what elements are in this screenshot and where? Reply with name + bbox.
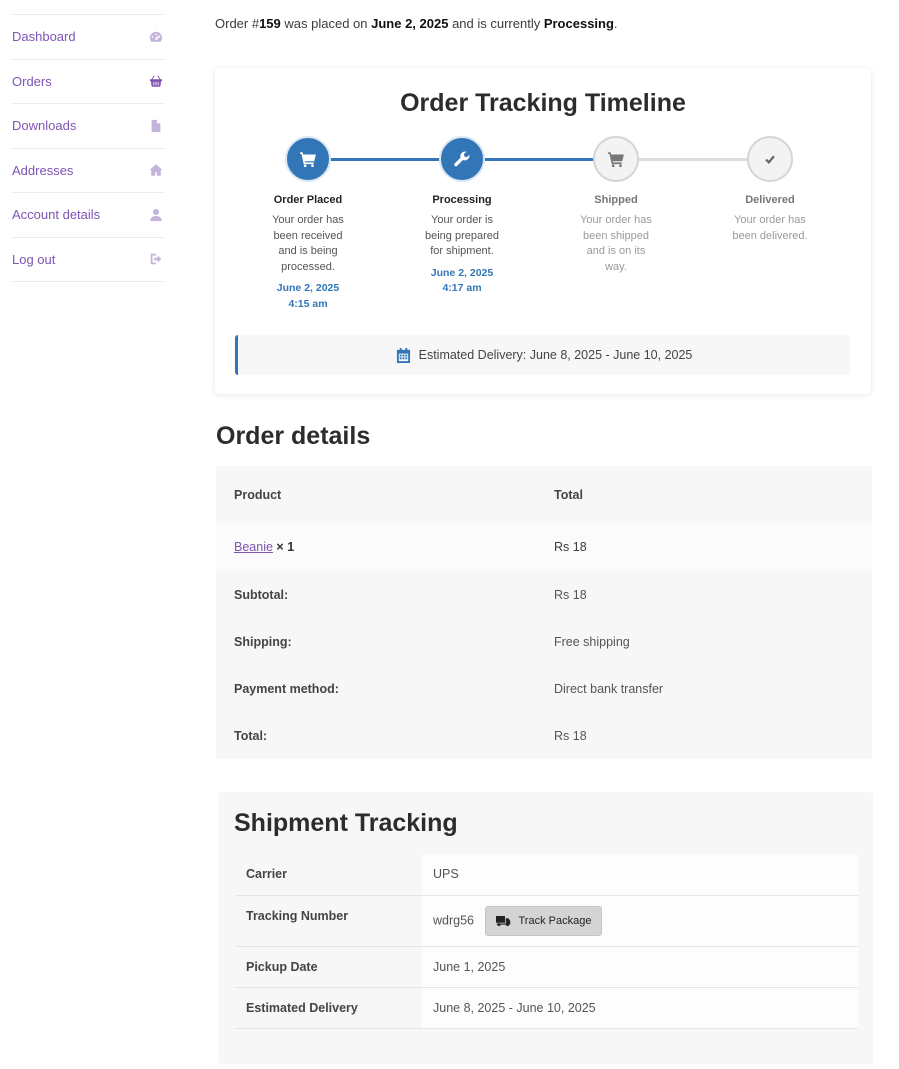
shipping-value: Free shipping (554, 634, 630, 649)
nav-item-label: Dashboard (12, 29, 76, 45)
order-number: 159 (259, 16, 281, 31)
estimated-delivery-value: June 8, 2025 - June 10, 2025 (433, 1000, 596, 1015)
nav-item-logout[interactable]: Log out (12, 238, 164, 282)
total-value: Rs 18 (554, 728, 587, 743)
product-quantity: × 1 (276, 540, 295, 554)
table-row: Payment method: Direct bank transfer (216, 665, 872, 712)
track-package-button[interactable]: Track Package (485, 905, 603, 936)
table-row: Shipping: Free shipping (216, 618, 872, 665)
nav-item-account-details[interactable]: Account details (12, 193, 164, 238)
intro-suffix: . (613, 16, 618, 31)
order-prefix: Order # (215, 16, 260, 31)
cart-icon (593, 136, 639, 182)
timeline-step-shipped: Shipped Your order has been shipped and … (566, 136, 666, 275)
dashboard-icon (148, 29, 164, 45)
step-date: June 2, 2025 4:17 am (430, 266, 494, 295)
truck-icon (496, 916, 511, 927)
total-label: Total: (234, 728, 268, 743)
timeline-step-delivered: Delivered Your order has been delivered. (720, 136, 820, 244)
table-row: Subtotal: Rs 18 (216, 571, 872, 618)
subtotal-value: Rs 18 (554, 587, 587, 602)
wrench-icon (439, 136, 485, 182)
logout-icon (148, 251, 164, 267)
pickup-date-label: Pickup Date (235, 946, 422, 987)
pickup-date-value: June 1, 2025 (433, 959, 506, 974)
subtotal-label: Subtotal: (234, 587, 289, 602)
tracking-number-label: Tracking Number (235, 895, 422, 946)
nav-item-label: Account details (12, 207, 101, 223)
order-status: Processing (543, 16, 614, 31)
table-row: Tracking Number wdrg56 Track Package (235, 895, 858, 946)
column-header-product: Product (234, 487, 282, 502)
nav-item-label: Log out (12, 251, 56, 267)
table-row: Beanie × 1 Rs 18 (216, 523, 872, 571)
calendar-icon (396, 347, 410, 363)
table-row: Total: Rs 18 (216, 712, 872, 759)
status-text: and is currently (448, 16, 544, 31)
tracking-number-value: wdrg56 (433, 912, 474, 927)
product-total: Rs 18 (554, 540, 587, 554)
shipment-tracking-panel: Shipment Tracking Carrier UPS Tracking N… (218, 792, 873, 1064)
table-row: Pickup Date June 1, 2025 (235, 946, 858, 987)
payment-method-label: Payment method: (234, 681, 339, 696)
step-label: Order Placed (273, 194, 343, 206)
product-link[interactable]: Beanie (234, 540, 273, 554)
shipping-label: Shipping: (234, 634, 292, 649)
placed-text: was placed on (280, 16, 372, 31)
nav-item-label: Addresses (12, 162, 74, 178)
timeline-step-processing: Processing Your order is being prepared … (412, 136, 512, 297)
estimated-delivery-label: Estimated Delivery (235, 987, 422, 1028)
column-header-total: Total (554, 487, 583, 502)
order-date: June 2, 2025 (371, 16, 449, 31)
table-header-row: Product Total (216, 466, 872, 523)
nav-item-dashboard[interactable]: Dashboard (12, 15, 164, 60)
shipment-tracking-title: Shipment Tracking (234, 809, 458, 837)
timeline-title: Order Tracking Timeline (400, 89, 686, 117)
order-details-table: Product Total Beanie × 1 Rs 18 Subtotal:… (216, 466, 872, 759)
step-description: Your order has been delivered. (732, 214, 808, 242)
nav-item-addresses[interactable]: Addresses (12, 149, 164, 193)
nav-item-label: Downloads (12, 118, 77, 134)
step-date: June 2, 2025 4:15 am (276, 282, 340, 310)
file-icon (148, 118, 164, 134)
step-label: Delivered (745, 194, 795, 206)
step-description: Your order has been received and is bein… (272, 214, 344, 273)
nav-item-label: Orders (12, 73, 52, 89)
product-cell: Beanie × 1 (216, 523, 536, 571)
table-row: Carrier UPS (235, 854, 858, 895)
step-description: Your order has been shipped and is on it… (580, 214, 652, 273)
nav-item-downloads[interactable]: Downloads (12, 104, 164, 149)
step-label: Processing (432, 194, 492, 206)
estimated-delivery-text: Estimated Delivery: June 8, 2025 - June … (418, 348, 693, 362)
nav-item-orders[interactable]: Orders (12, 60, 164, 104)
account-navigation: Dashboard Orders Downloads Addresses Acc… (12, 14, 164, 282)
order-summary-line: Order #159 was placed on June 2, 2025 an… (215, 16, 618, 31)
home-icon (148, 162, 164, 178)
user-icon (148, 207, 164, 223)
shipment-tracking-table: Carrier UPS Tracking Number wdrg56 Track… (235, 854, 858, 1029)
order-tracking-timeline: Order Tracking Timeline Order Placed You… (215, 68, 871, 394)
check-icon (747, 136, 793, 182)
step-description: Your order is being prepared for shipmen… (424, 214, 499, 257)
table-row: Estimated Delivery June 8, 2025 - June 1… (235, 987, 858, 1028)
carrier-label: Carrier (235, 854, 422, 895)
estimated-delivery-banner: Estimated Delivery: June 8, 2025 - June … (235, 335, 850, 375)
basket-icon (148, 73, 164, 89)
carrier-value: UPS (433, 867, 459, 882)
tracking-number-cell: wdrg56 Track Package (422, 895, 858, 946)
step-label: Shipped (594, 194, 638, 206)
track-package-label: Track Package (518, 914, 592, 927)
payment-method-value: Direct bank transfer (554, 681, 664, 696)
timeline-step-order-placed: Order Placed Your order has been receive… (258, 136, 358, 312)
cart-icon (285, 136, 331, 182)
order-details-title: Order details (216, 422, 371, 450)
